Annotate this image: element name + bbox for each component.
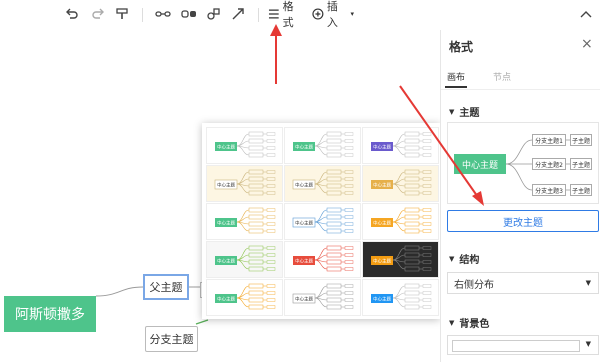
redo-icon[interactable] [88, 0, 108, 28]
theme-preview: 中心主题 分支主题1 分支主题2 分支主题3 子主题 子主题 子主题 [447, 122, 599, 204]
preview-center-topic: 中心主题 [454, 154, 506, 174]
preview-sub-topic: 子主题 [570, 184, 592, 196]
theme-thumbnail[interactable]: 中心主题 [206, 203, 283, 240]
format-button-label: 格式 [282, 0, 294, 29]
theme-heading-label: 主题 [459, 108, 480, 119]
svg-text:中心主题: 中心主题 [217, 219, 235, 226]
preview-sub-topic: 子主题 [570, 158, 592, 170]
theme-thumbnail[interactable]: 中心主题 [206, 127, 283, 164]
format-panel: 格式 × 画布 节点 ▼ 主题 中心主题 分支主题1 分支主题2 分支主题3 子主… [440, 30, 600, 362]
toolbar-divider [142, 8, 143, 22]
preview-branch-topic: 分支主题3 [532, 184, 566, 196]
svg-text:中心主题: 中心主题 [373, 295, 391, 302]
theme-thumbnail[interactable]: 中心主题 [284, 241, 361, 278]
toolbar-divider [258, 8, 259, 22]
format-painter-icon[interactable] [112, 0, 132, 28]
theme-thumbnail[interactable]: 中心主题 [206, 241, 283, 278]
theme-thumbnail[interactable]: 中心主题 [362, 241, 439, 278]
toolbar: 格式 插入 ▾ [0, 0, 600, 31]
theme-picker-popup: 中心主题 中心主题 中心主题 中心主题 中心主题 中心主题 中心主题 中心主题 中心主题 中心主题… [202, 123, 440, 319]
svg-text:中心主题: 中心主题 [373, 143, 391, 150]
svg-text:中心主题: 中心主题 [295, 143, 313, 150]
background-section-heading[interactable]: ▼ 背景色 [449, 315, 490, 331]
format-button[interactable]: 格式 [268, 0, 304, 29]
structure-section-heading[interactable]: ▼ 结构 [449, 251, 480, 267]
structure-select-value: 右侧分布 [454, 279, 494, 291]
preview-branch-topic: 分支主题2 [532, 158, 566, 170]
preview-branch-topic: 分支主题1 [532, 134, 566, 146]
relation-arrow-icon[interactable] [228, 0, 248, 28]
tab-canvas[interactable]: 画布 [447, 70, 465, 83]
root-topic[interactable]: 阿斯顿撒多 [4, 296, 96, 332]
preview-sub-topic: 子主题 [570, 134, 592, 146]
branch-topic-label: 分支主题 [149, 333, 194, 346]
link-icon[interactable] [152, 0, 174, 28]
caret-down-icon: ▼ [585, 340, 591, 348]
close-icon[interactable]: × [581, 36, 593, 52]
theme-thumbnail[interactable]: 中心主题 [362, 127, 439, 164]
background-color-picker[interactable]: ▼ [447, 335, 599, 355]
background-heading-label: 背景色 [459, 319, 490, 330]
svg-text:中心主题: 中心主题 [295, 257, 313, 264]
background-color-swatch [452, 340, 580, 352]
theme-thumbnail[interactable]: 中心主题 [206, 279, 283, 316]
summary-icon[interactable] [178, 0, 200, 28]
caret-down-icon: ▼ [449, 107, 455, 116]
svg-text:中心主题: 中心主题 [217, 181, 235, 188]
svg-text:中心主题: 中心主题 [217, 143, 235, 150]
boundary-icon[interactable] [204, 0, 224, 28]
svg-text:中心主题: 中心主题 [295, 219, 313, 226]
caret-down-icon: ▼ [585, 279, 591, 287]
tab-divider [441, 89, 600, 90]
svg-text:中心主题: 中心主题 [373, 181, 391, 188]
theme-thumbnail[interactable]: 中心主题 [206, 165, 283, 202]
structure-heading-label: 结构 [459, 255, 480, 266]
insert-button[interactable]: 插入 ▾ [312, 0, 354, 29]
panel-title: 格式 [449, 40, 474, 54]
caret-down-icon: ▼ [449, 318, 455, 327]
structure-select[interactable]: 右侧分布 ▼ [447, 272, 599, 294]
theme-thumbnail[interactable]: 中心主题 [284, 279, 361, 316]
caret-down-icon: ▾ [350, 10, 354, 18]
theme-thumbnail[interactable]: 中心主题 [362, 203, 439, 240]
theme-thumbnail[interactable]: 中心主题 [284, 165, 361, 202]
theme-thumbnail[interactable]: 中心主题 [362, 165, 439, 202]
undo-icon[interactable] [62, 0, 82, 28]
svg-text:中心主题: 中心主题 [295, 295, 313, 302]
svg-text:中心主题: 中心主题 [217, 257, 235, 264]
insert-button-label: 插入 [326, 0, 338, 29]
plus-circle-icon [312, 8, 324, 20]
theme-thumbnail[interactable]: 中心主题 [284, 127, 361, 164]
collapse-toolbar-icon[interactable] [578, 0, 594, 28]
svg-text:中心主题: 中心主题 [373, 257, 391, 264]
tab-active-indicator [445, 86, 467, 88]
root-topic-label: 阿斯顿撒多 [15, 307, 85, 323]
theme-thumbnail[interactable]: 中心主题 [284, 203, 361, 240]
branch-topic[interactable]: 分支主题 [145, 326, 198, 352]
theme-thumbnail[interactable]: 中心主题 [362, 279, 439, 316]
svg-text:中心主题: 中心主题 [373, 219, 391, 226]
parent-topic-selected[interactable]: 父主题 [143, 274, 189, 300]
theme-section-heading[interactable]: ▼ 主题 [449, 104, 480, 120]
change-theme-button[interactable]: 更改主题 [447, 210, 599, 232]
svg-text:中心主题: 中心主题 [295, 181, 313, 188]
tab-node[interactable]: 节点 [493, 70, 511, 83]
parent-topic-label: 父主题 [149, 281, 183, 294]
caret-down-icon: ▼ [449, 254, 455, 263]
format-lines-icon [268, 9, 279, 19]
svg-text:中心主题: 中心主题 [217, 295, 235, 302]
